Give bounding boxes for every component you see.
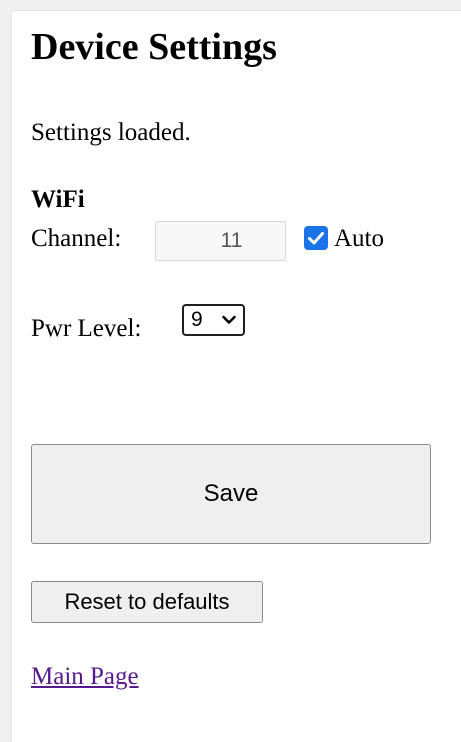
channel-input[interactable]: 11 — [155, 221, 286, 261]
pwr-level-label: Pwr Level: — [31, 315, 142, 342]
settings-page: Device Settings Settings loaded. WiFi Ch… — [11, 10, 461, 742]
checkmark-icon — [308, 232, 324, 245]
page-title: Device Settings — [31, 26, 277, 68]
reset-to-defaults-button[interactable]: Reset to defaults — [31, 581, 263, 623]
save-button[interactable]: Save — [31, 444, 431, 544]
wifi-section-heading: WiFi — [31, 186, 85, 213]
channel-label: Channel: — [31, 225, 122, 252]
auto-checkbox[interactable] — [304, 226, 328, 250]
status-message: Settings loaded. — [31, 119, 191, 146]
pwr-level-select[interactable]: 9 — [182, 304, 245, 336]
pwr-level-value: 9 — [191, 308, 203, 331]
chevron-down-icon — [222, 315, 236, 324]
auto-label[interactable]: Auto — [334, 223, 384, 255]
main-page-link[interactable]: Main Page — [31, 661, 139, 693]
